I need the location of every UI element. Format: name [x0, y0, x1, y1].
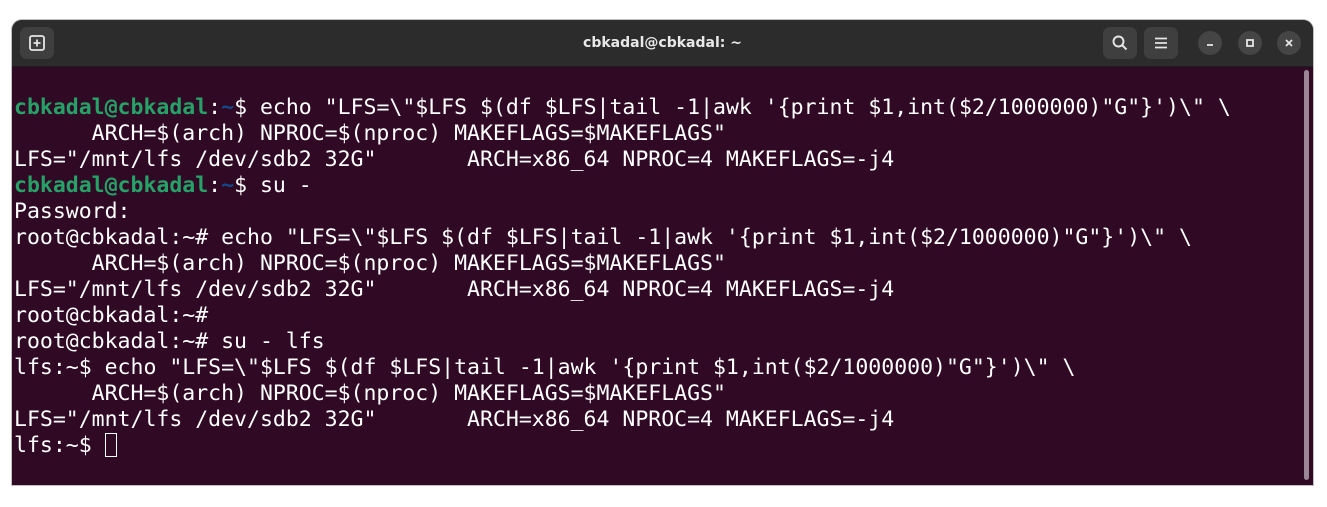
prompt-path: ~ — [221, 95, 235, 120]
prompt-user: cbkadal@cbkadal — [14, 95, 209, 120]
scrollbar[interactable] — [1304, 70, 1309, 480]
current-prompt: lfs:~$ — [14, 433, 105, 458]
terminal-line: ARCH=$(arch) NPROC=$(nproc) MAKEFLAGS=$M… — [14, 251, 726, 276]
minimize-icon — [1207, 44, 1213, 46]
title-bar[interactable]: cbkadal@cbkadal: ~ — [12, 20, 1313, 67]
terminal-line: root@cbkadal:~# — [14, 303, 209, 328]
maximize-button[interactable] — [1238, 31, 1262, 55]
search-icon — [1112, 35, 1128, 51]
terminal-line: cbkadal@cbkadal:~$ echo "LFS=\"$LFS $(df… — [14, 95, 1231, 120]
hamburger-menu-icon — [1155, 37, 1167, 49]
search-button[interactable] — [1103, 27, 1137, 59]
command-text: $ echo "LFS=\"$LFS $(df $LFS|tail -1|awk… — [234, 95, 1231, 120]
maximize-icon — [1246, 39, 1254, 47]
prompt-path: ~ — [221, 173, 235, 198]
text-cursor — [104, 432, 117, 457]
terminal-line: root@cbkadal:~# echo "LFS=\"$LFS $(df $L… — [14, 225, 1192, 250]
terminal-line: ARCH=$(arch) NPROC=$(nproc) MAKEFLAGS=$M… — [14, 381, 726, 406]
terminal-line: ARCH=$(arch) NPROC=$(nproc) MAKEFLAGS=$M… — [14, 121, 726, 146]
close-icon — [1285, 39, 1293, 47]
terminal-line: lfs:~$ — [14, 432, 117, 459]
menu-button[interactable] — [1144, 27, 1178, 59]
prompt-user: cbkadal@cbkadal — [14, 173, 209, 198]
minimize-button[interactable] — [1198, 31, 1222, 55]
command-text: $ su - — [234, 173, 312, 198]
terminal-line: lfs:~$ echo "LFS=\"$LFS $(df $LFS|tail -… — [14, 355, 1076, 380]
terminal-line: LFS="/mnt/lfs /dev/sdb2 32G" ARCH=x86_64… — [14, 277, 895, 302]
terminal-window: cbkadal@cbkadal: ~ cbkadal@cbkadal:~$ ec… — [12, 20, 1313, 485]
terminal-line: LFS="/mnt/lfs /dev/sdb2 32G" ARCH=x86_64… — [14, 407, 895, 432]
close-button[interactable] — [1277, 31, 1301, 55]
terminal-line: root@cbkadal:~# su - lfs — [14, 329, 325, 354]
terminal-line: cbkadal@cbkadal:~$ su - — [14, 173, 312, 198]
terminal-output[interactable]: cbkadal@cbkadal:~$ echo "LFS=\"$LFS $(df… — [12, 67, 1302, 485]
terminal-line: Password: — [14, 199, 131, 224]
terminal-line: LFS="/mnt/lfs /dev/sdb2 32G" ARCH=x86_64… — [14, 147, 895, 172]
